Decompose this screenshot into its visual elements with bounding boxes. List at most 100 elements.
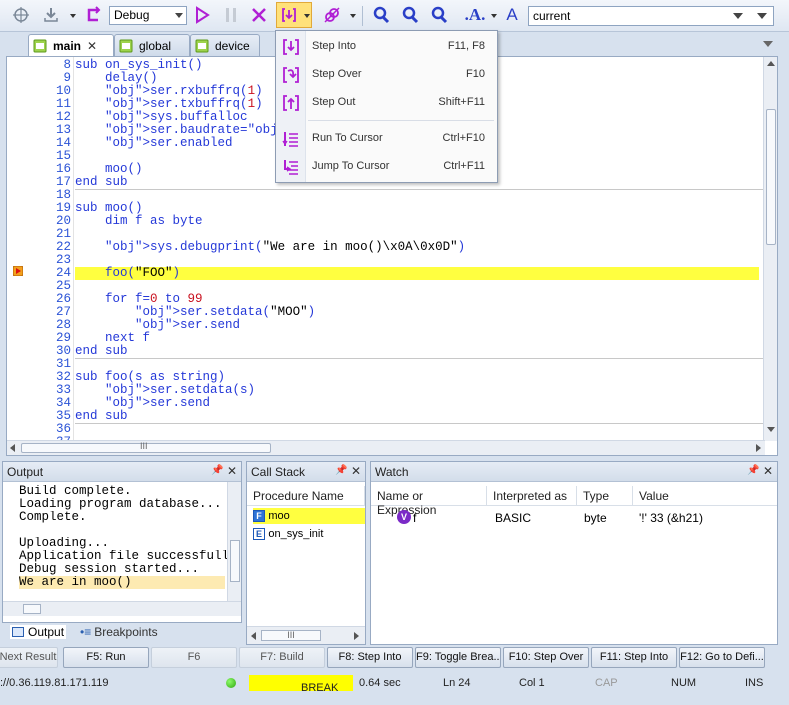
find-previous-icon[interactable] [428,4,450,26]
tab-label: Output [28,625,65,639]
chevron-left-icon[interactable] [10,444,15,452]
tab-breakpoints[interactable]: •≡ Breakpoints [80,625,158,639]
code-text: dim f as byte [75,214,203,228]
pin-icon[interactable]: 📌 [335,465,347,476]
chevron-down-icon[interactable] [763,41,773,47]
go-to-definition-button[interactable]: F12: Go to Defi... [679,647,765,668]
tab-device[interactable]: device [190,34,260,56]
pause-icon[interactable] [220,4,242,26]
output-panel-tabs: Output •≡ Breakpoints [6,624,236,642]
column-header-type[interactable]: Type [577,486,633,506]
call-stack-row-selected[interactable]: F moo [253,508,365,524]
editor-horizontal-scrollbar[interactable]: III [7,440,765,455]
code-line[interactable]: 22 "obj">sys.debugprint("We are in moo()… [7,241,767,254]
scrollbar-thumb[interactable]: III [21,441,271,453]
editor-vertical-scrollbar[interactable] [763,57,777,441]
menu-item-step-into[interactable]: Step Into F11, F8 [276,33,497,59]
step-into-split-button[interactable] [276,2,312,28]
watch-name: f [413,511,417,525]
tab-label: device [215,38,250,53]
chevron-right-icon[interactable] [756,444,761,452]
chevron-down-icon[interactable] [767,427,775,432]
menu-item-step-over[interactable]: Step Over F10 [276,61,497,87]
column-header-name[interactable]: Name or Expression [371,486,487,517]
watch-panel: Watch 📌 ✕ Name or Expression Interpreted… [370,461,778,645]
column-header-procedure-name[interactable]: Procedure Name [247,486,365,506]
breakpoint-toggle-icon[interactable] [321,4,343,26]
configuration-select[interactable]: Debug [109,6,187,25]
download-icon[interactable] [40,4,62,26]
close-icon[interactable]: ✕ [351,464,361,478]
stop-icon[interactable] [248,4,270,26]
code-line[interactable]: 24 foo("FOO") [7,267,767,280]
next-result-button[interactable]: Next Result [0,647,58,668]
run-button[interactable]: F5: Run [63,647,149,668]
close-icon[interactable]: ✕ [87,39,97,53]
chevron-down-icon[interactable] [491,14,497,18]
menu-item-jump-to-cursor[interactable]: Jump To Cursor Ctrl+F11 [276,153,497,179]
step-over-button[interactable]: F10: Step Over [503,647,589,668]
column-header-label: Procedure Name [253,489,344,503]
status-line: Ln 24 [443,677,471,689]
call-stack-row[interactable]: E on_sys_init [253,526,365,542]
chevron-down-icon[interactable] [757,13,767,19]
tab-output[interactable]: Output [10,625,67,639]
scrollbar-thumb[interactable]: III [261,630,321,641]
crosshair-icon[interactable] [10,4,32,26]
rebuild-icon[interactable] [82,4,104,26]
tab-label: Breakpoints [94,625,158,639]
code-line[interactable]: 20 dim f as byte [7,215,767,228]
output-vertical-scrollbar[interactable] [227,482,241,601]
code-line[interactable]: 35 end sub [7,410,767,423]
column-header-interpreted[interactable]: Interpreted as [487,486,577,506]
run-icon[interactable] [191,4,213,26]
scrollbar-thumb[interactable] [23,604,41,614]
close-icon[interactable]: ✕ [227,464,237,478]
chevron-down-icon[interactable] [70,14,76,18]
pin-icon[interactable]: 📌 [211,465,223,476]
procedure-name: on_sys_init [268,527,324,540]
chevron-right-icon[interactable] [354,632,359,640]
output-horizontal-scrollbar[interactable] [3,601,241,616]
chevron-up-icon[interactable] [767,61,775,66]
status-target-address: ://0.36.119.81.171.119 [0,677,109,689]
step-into-button[interactable]: F8: Step Into [327,647,413,668]
case-sensitive-icon[interactable]: A [501,4,523,26]
button-label: F11: Step Into [599,651,669,663]
font-size-icon[interactable]: .A. [462,4,488,26]
menu-item-shortcut: Ctrl+F10 [442,132,486,144]
step-over-icon [283,67,299,83]
find-replace-icon[interactable] [370,4,392,26]
document-icon [119,39,133,52]
menu-item-step-out[interactable]: Step Out Shift+F11 [276,89,497,115]
column-header-value[interactable]: Value [633,486,777,506]
step-dropdown-menu: Step Into F11, F8 Step Over F10 Step Out… [275,30,498,183]
tab-main[interactable]: main ✕ [28,34,114,57]
tibbo-ide-window: Debug .A. A current main ✕ global device… [0,0,789,705]
menu-item-run-to-cursor[interactable]: Run To Cursor Ctrl+F10 [276,125,497,151]
step-into-f11-button[interactable]: F11: Step Into [591,647,677,668]
toggle-breakpoint-button[interactable]: F9: Toggle Brea... [415,647,501,668]
code-line[interactable]: 36 [7,423,767,436]
watch-row[interactable]: V f BASIC byte '!' 33 (&h21) [371,510,777,526]
jump-to-cursor-icon [284,160,298,175]
close-icon[interactable]: ✕ [763,464,773,478]
f6-button[interactable]: F6 [151,647,237,668]
find-next-icon[interactable] [399,4,421,26]
call-stack-horizontal-scrollbar[interactable]: III [247,626,365,644]
panel-header: Call Stack 📌 ✕ [247,462,365,482]
pin-icon[interactable]: 📌 [747,465,759,476]
scrollbar-thumb[interactable] [766,109,776,245]
toolbar-separator [362,6,363,26]
output-window-icon [12,627,24,637]
chevron-left-icon[interactable] [251,632,256,640]
tab-global[interactable]: global [114,34,190,56]
button-label: F10: Step Over [508,651,584,663]
chevron-down-icon[interactable] [733,13,743,19]
build-button[interactable]: F7: Build [239,647,325,668]
scrollbar-thumb[interactable] [230,540,240,582]
code-line[interactable]: 30 end sub [7,345,767,358]
status-bar: ://0.36.119.81.171.119 BREAK 0.64 sec Ln… [0,672,789,694]
button-label: F9: Toggle Brea... [416,651,501,663]
chevron-down-icon[interactable] [350,14,356,18]
